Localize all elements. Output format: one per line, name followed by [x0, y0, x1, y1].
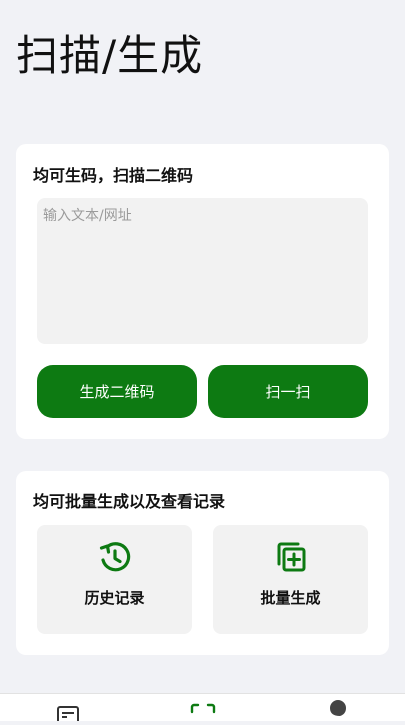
profile-icon — [330, 700, 346, 716]
scan-icon — [190, 703, 216, 714]
nav-item-scan[interactable] — [190, 694, 216, 721]
generate-card: 均可生码，扫描二维码 生成二维码 扫一扫 — [16, 144, 389, 439]
batch-card-title: 均可批量生成以及查看记录 — [33, 492, 226, 511]
history-tile[interactable]: 历史记录 — [37, 525, 192, 634]
document-icon — [57, 706, 79, 724]
batch-add-icon — [277, 542, 305, 572]
batch-generate-label: 批量生成 — [260, 589, 321, 607]
generate-card-title: 均可生码，扫描二维码 — [33, 166, 194, 185]
history-label: 历史记录 — [84, 589, 145, 607]
page-title: 扫描/生成 — [16, 31, 204, 80]
bottom-navigation — [0, 693, 405, 724]
history-clock-icon — [99, 542, 130, 572]
batch-generate-tile[interactable]: 批量生成 — [213, 525, 368, 634]
nav-item-profile[interactable] — [328, 694, 348, 721]
nav-item-documents[interactable] — [56, 694, 80, 724]
generate-qrcode-button[interactable]: 生成二维码 — [37, 365, 197, 418]
text-url-input[interactable] — [37, 198, 368, 344]
batch-card: 均可批量生成以及查看记录 历史记录 批量生成 — [16, 471, 389, 655]
scan-button[interactable]: 扫一扫 — [208, 365, 368, 418]
